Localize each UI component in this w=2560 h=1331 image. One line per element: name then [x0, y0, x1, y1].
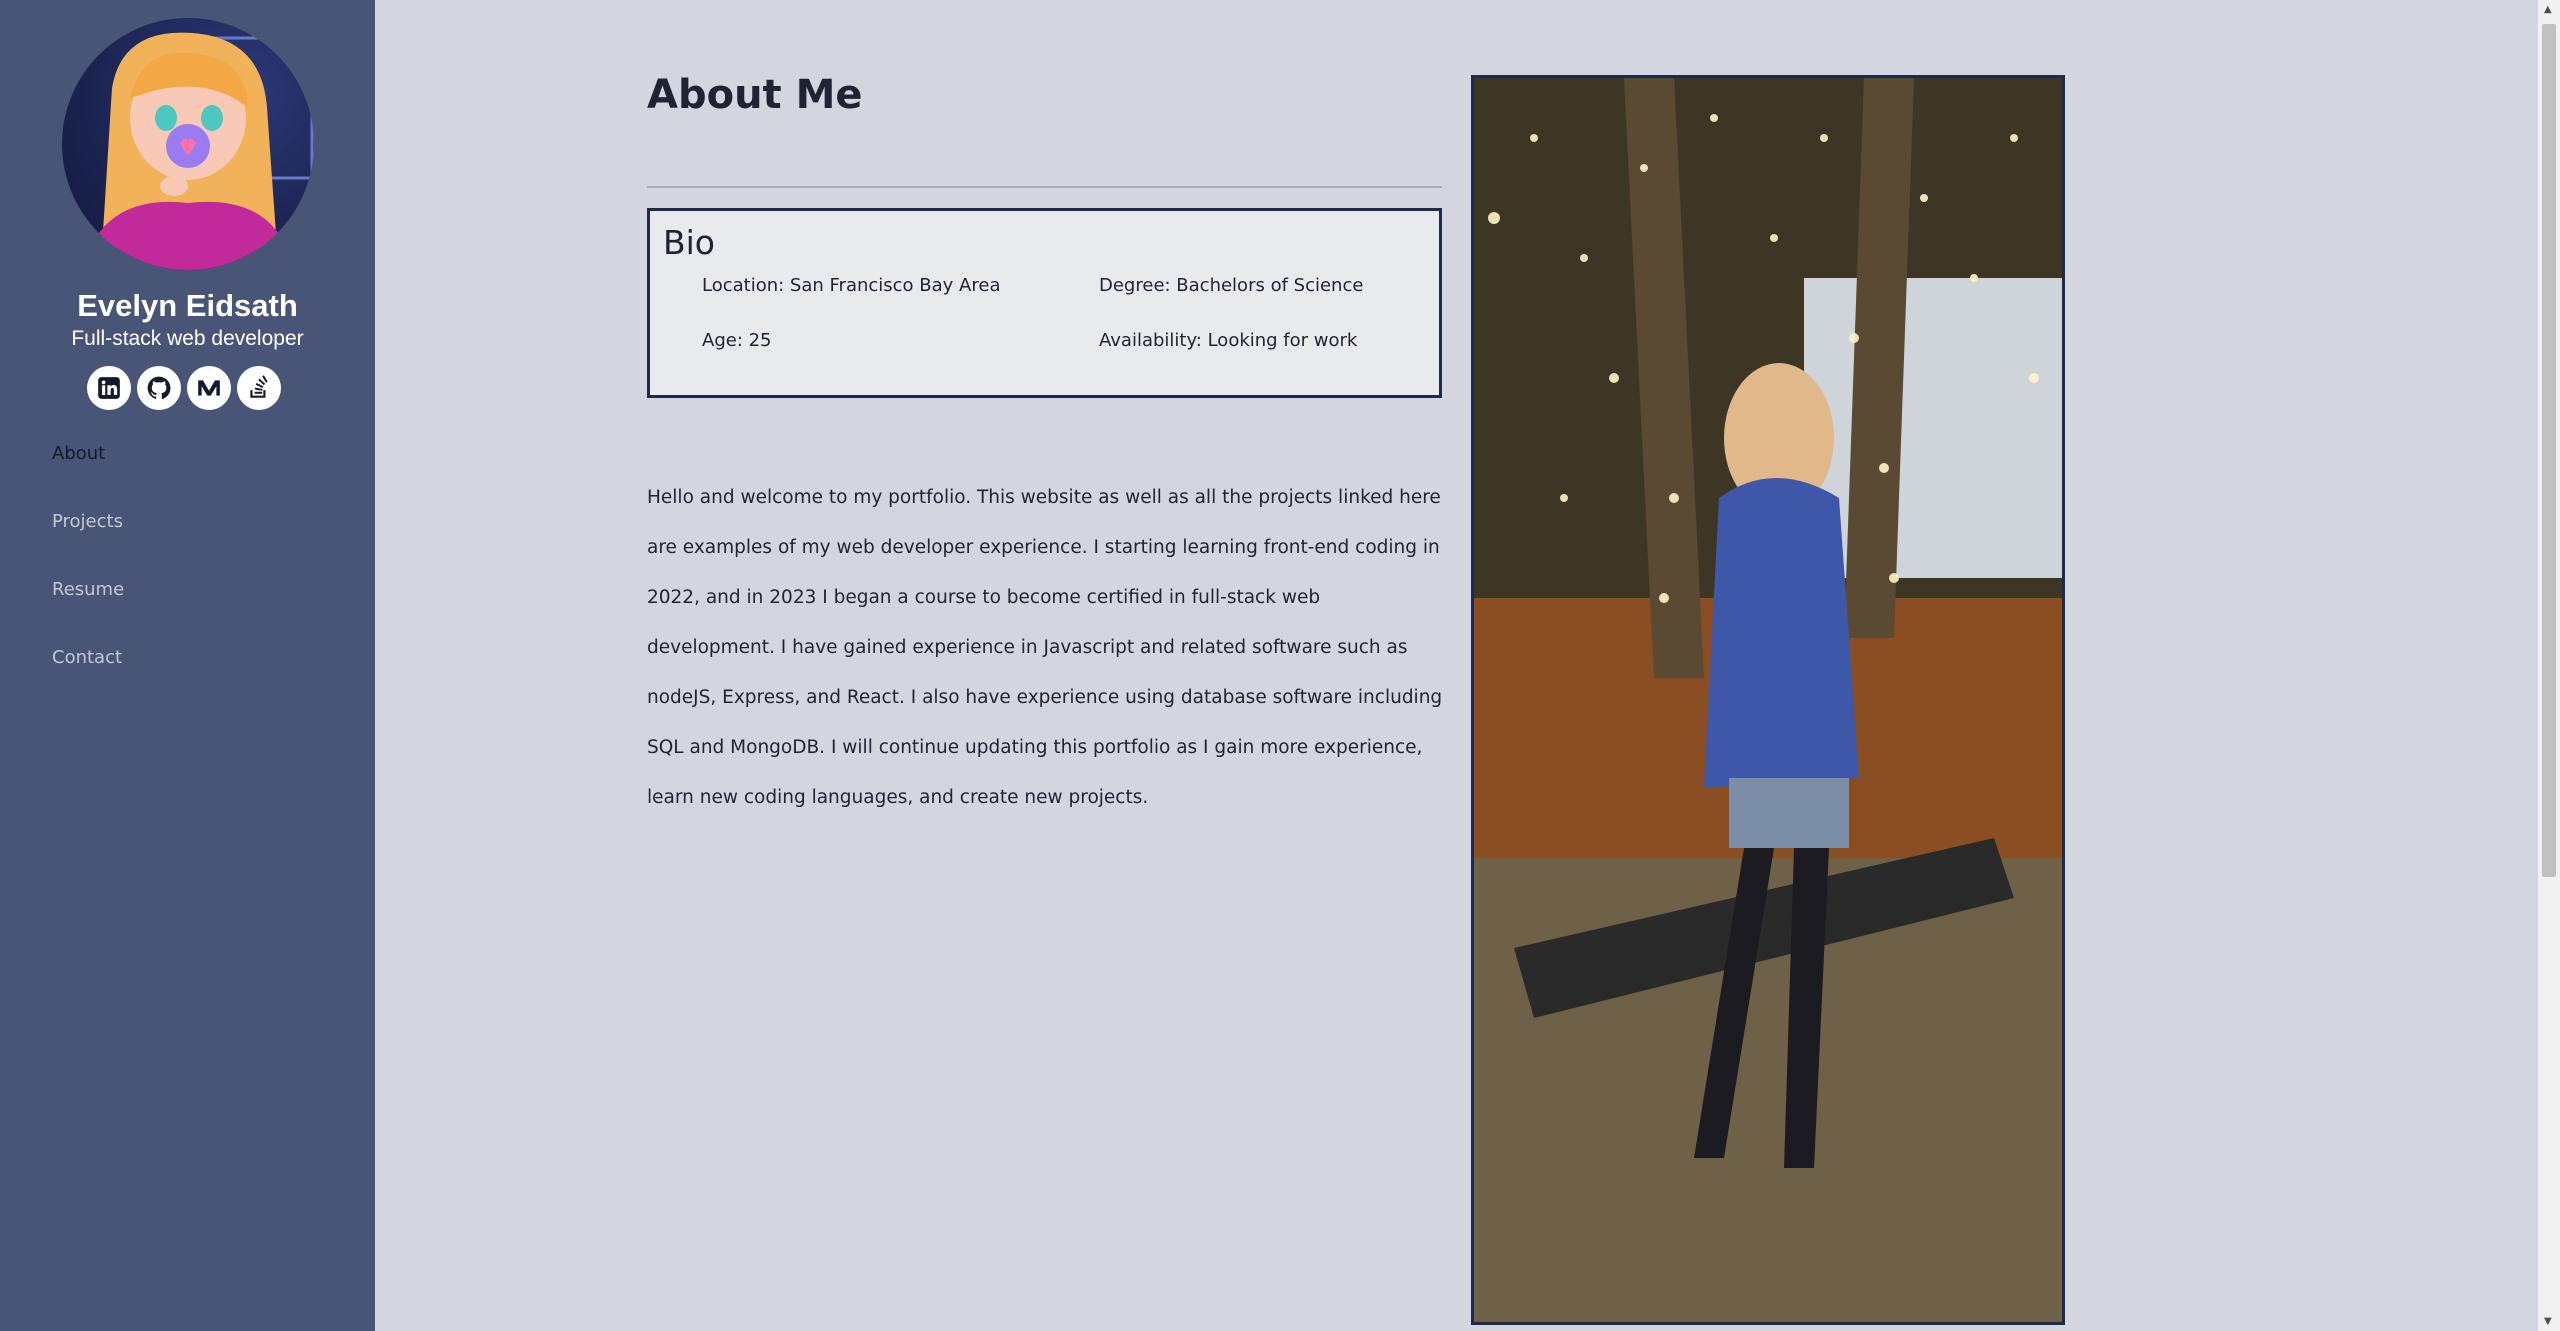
social-links: [87, 366, 281, 410]
sidebar: Evelyn Eidsath Full-stack web developer: [0, 0, 375, 1331]
profile-name: Evelyn Eidsath: [77, 288, 298, 323]
linkedin-icon: [98, 377, 120, 399]
scroll-down-icon[interactable]: ▼: [2544, 1316, 2552, 1327]
stackoverflow-link[interactable]: [237, 366, 281, 410]
scroll-thumb[interactable]: [2542, 24, 2556, 877]
avatar-illustration: [82, 32, 314, 270]
github-link[interactable]: [137, 366, 181, 410]
bio-card: Bio Location: San Francisco Bay Area Deg…: [647, 208, 1442, 398]
profile-photo: [1471, 75, 2065, 1325]
bio-degree: Degree: Bachelors of Science: [1099, 275, 1364, 296]
linkedin-link[interactable]: [87, 366, 131, 410]
profile-tagline: Full-stack web developer: [71, 327, 304, 350]
main-content: About Me Bio Location: San Francisco Bay…: [375, 0, 2560, 1331]
bio-heading: Bio: [663, 223, 715, 262]
bio-location: Location: San Francisco Bay Area: [702, 275, 1001, 296]
title-divider: [647, 186, 1442, 188]
photo-illustration: [1474, 78, 2062, 1322]
bio-availability: Availability: Looking for work: [1099, 330, 1358, 351]
nav-contact[interactable]: Contact: [52, 644, 124, 712]
about-paragraph: Hello and welcome to my portfolio. This …: [647, 487, 1443, 808]
nav-resume[interactable]: Resume: [52, 576, 124, 644]
github-icon: [147, 376, 171, 399]
avatar: [62, 18, 314, 270]
scroll-up-icon[interactable]: ▲: [2544, 4, 2552, 15]
main-nav: About Projects Resume Contact: [52, 440, 124, 712]
medium-icon: [198, 380, 220, 396]
nav-about[interactable]: About: [52, 440, 124, 508]
page-title: About Me: [647, 72, 863, 118]
nav-projects[interactable]: Projects: [52, 508, 124, 576]
bio-age: Age: 25: [702, 330, 772, 351]
scrollbar[interactable]: ▲ ▼: [2538, 0, 2560, 1331]
stackoverflow-icon: [250, 375, 268, 398]
medium-link[interactable]: [187, 366, 231, 410]
